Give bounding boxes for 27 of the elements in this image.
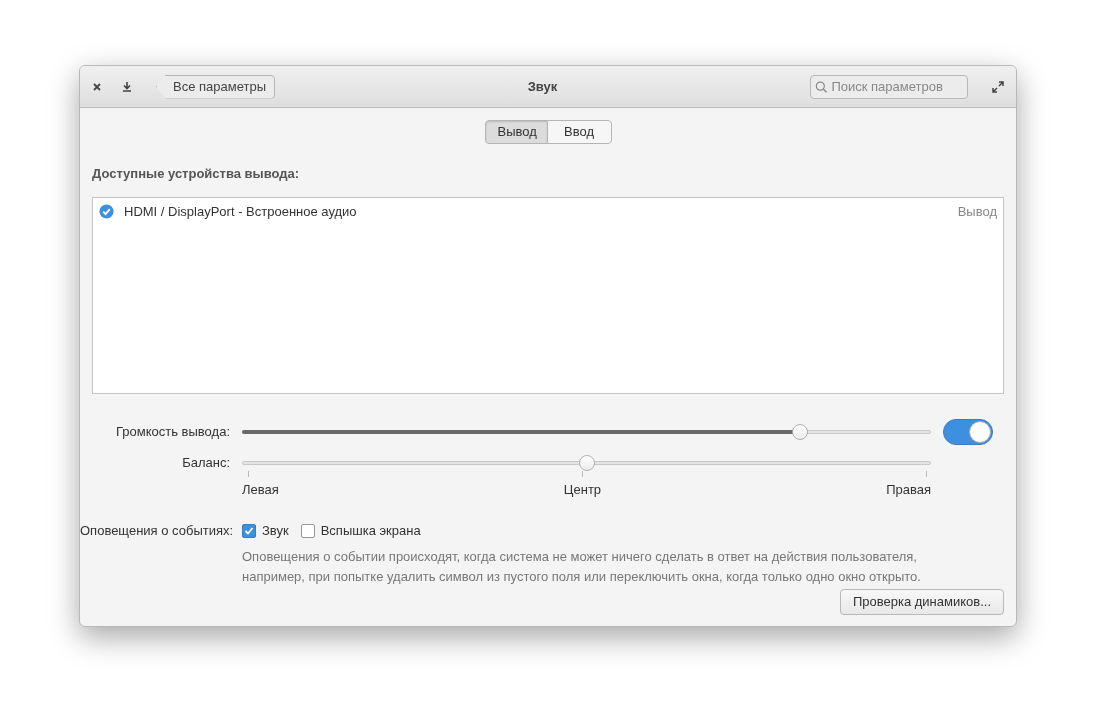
balance-mark: Левая [242, 480, 279, 499]
back-button[interactable]: Все параметры [156, 74, 275, 99]
checkbox[interactable] [242, 523, 256, 538]
search-icon [815, 79, 828, 94]
balance-label: Баланс: [181, 453, 231, 472]
alert-checkbox[interactable]: Звук [242, 521, 289, 541]
search-field[interactable]: Поиск параметров [810, 74, 968, 99]
window-title: Звук [526, 77, 559, 96]
test-speakers-button[interactable]: Проверка динамиков... [839, 589, 1004, 615]
alerts-label: Оповещения о событиях: [80, 522, 235, 540]
mute-switch[interactable] [943, 418, 993, 445]
section-heading: Доступные устройства вывода: [92, 165, 301, 183]
download-icon[interactable] [122, 81, 132, 92]
slider-thumb[interactable] [792, 423, 809, 440]
slider-thumb[interactable] [578, 454, 595, 471]
device-name[interactable]: HDMI / DisplayPort - Встроенное аудио [124, 201, 948, 222]
checkbox[interactable] [300, 523, 315, 538]
balance-mark: Центр [563, 480, 602, 499]
close-icon[interactable] [92, 81, 102, 92]
alert-checkbox[interactable]: Вспышка экрана [300, 521, 421, 541]
alerts-description: Оповещения о событии происходят, когда система не может ничего сделать в ответ на действия пользователя, например, при попытке удалить символ из пустого поля или переключить окна, когда только одно окно открыто. [242, 547, 922, 586]
maximize-icon[interactable] [992, 80, 1004, 93]
tab[interactable]: Вывод [484, 120, 548, 144]
device-type: Вывод [957, 202, 997, 221]
balance-mark: Правая [886, 480, 931, 499]
volume-label: Громкость вывода: [115, 422, 231, 441]
tab[interactable]: Ввод [546, 120, 612, 144]
